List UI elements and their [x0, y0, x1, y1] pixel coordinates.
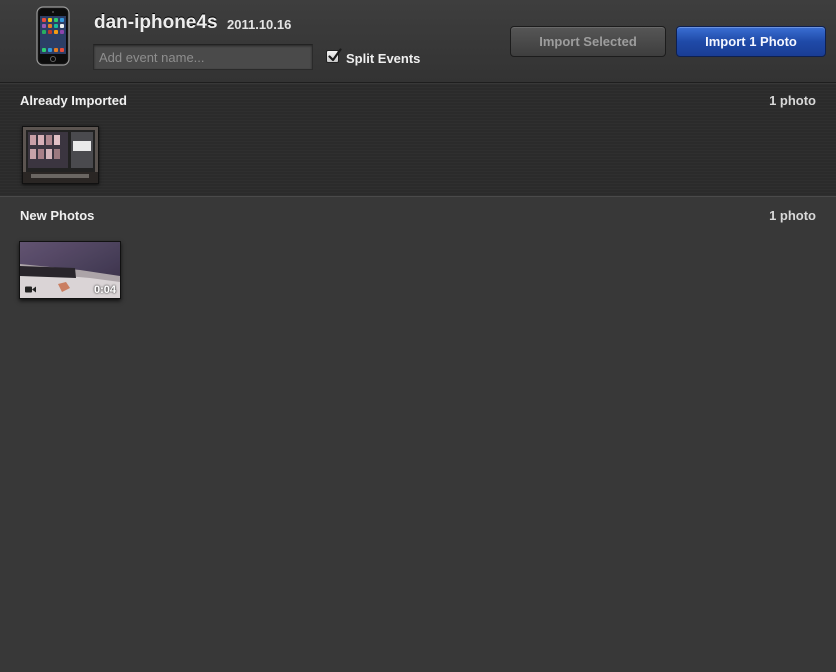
already-imported-section: Already Imported 1 photo	[0, 84, 836, 197]
imported-photo-image	[23, 127, 98, 183]
video-camera-icon	[25, 286, 36, 293]
video-duration: 0:04	[93, 284, 116, 296]
import-photo-button[interactable]: Import 1 Photo	[676, 26, 826, 57]
checkmark-icon	[328, 48, 342, 62]
split-events-label: Split Events	[346, 51, 421, 66]
device-date: 2011.10.16	[227, 17, 292, 32]
iphone-icon	[36, 6, 70, 66]
imported-photo-thumbnail[interactable]	[22, 126, 99, 184]
split-events-checkbox[interactable]	[326, 48, 342, 63]
already-imported-title: Already Imported	[20, 93, 127, 108]
new-photos-title: New Photos	[20, 208, 95, 223]
already-imported-count: 1 photo	[769, 93, 816, 108]
new-photos-count: 1 photo	[769, 208, 816, 223]
event-name-input[interactable]	[93, 44, 313, 70]
import-selected-button[interactable]: Import Selected	[510, 26, 666, 57]
new-photo-thumbnail[interactable]: 0:04	[19, 241, 121, 299]
device-name: dan-iphone4s	[94, 12, 218, 33]
import-header: dan-iphone4s 2011.10.16 Split Events Imp…	[0, 0, 836, 83]
